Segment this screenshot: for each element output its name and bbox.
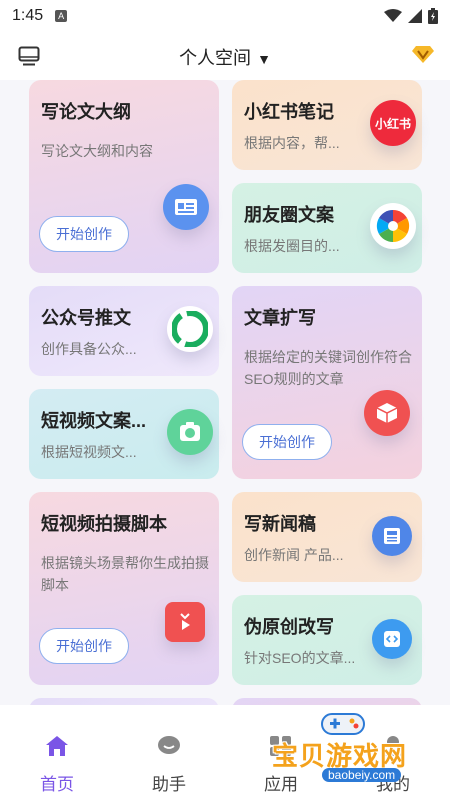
chat-icon: [158, 736, 180, 754]
page-title: 个人空间: [179, 48, 252, 68]
tab-home[interactable]: 首页: [12, 735, 102, 795]
card-title: 写论文大纲: [41, 102, 131, 122]
tab-label: 助手: [152, 775, 186, 794]
card-paper-outline[interactable]: 写论文大纲 写论文大纲和内容 开始创作: [29, 80, 219, 273]
wifi-icon: [384, 9, 402, 22]
space-selector[interactable]: 个人空间 ▼: [0, 44, 450, 70]
camera-icon: [167, 409, 213, 455]
card-next-left[interactable]: [29, 698, 219, 705]
card-desc: 根据给定的关键词创作符合SEO规则的文章: [244, 349, 412, 387]
card-title: 文章扩写: [244, 308, 316, 328]
document-card-icon: [163, 184, 209, 230]
card-desc: 根据发圈目的...: [244, 238, 340, 254]
tv-play-icon: [165, 602, 205, 642]
card-title: 写新闻稿: [244, 514, 316, 534]
card-title: 短视频文案...: [41, 411, 147, 431]
news-icon: [372, 516, 412, 556]
card-xiaohongshu-note[interactable]: 小红书笔记 根据内容，帮... 小红书: [232, 80, 422, 170]
status-icons: [384, 8, 438, 24]
home-icon: [46, 736, 68, 756]
aperture-icon: [370, 203, 416, 249]
app-header: 个人空间 ▼: [0, 32, 450, 80]
tab-assistant[interactable]: 助手: [124, 735, 214, 795]
battery-icon: [428, 8, 438, 24]
gamepad-icon: [321, 713, 365, 735]
cellular-signal-icon: [408, 9, 422, 23]
status-bar: 1:45 A: [0, 0, 450, 32]
status-time: 1:45: [12, 7, 44, 24]
card-title: 短视频拍摄脚本: [41, 514, 167, 534]
start-create-button[interactable]: 开始创作: [39, 216, 129, 252]
code-icon: [372, 619, 412, 659]
card-desc: 根据短视频文...: [41, 444, 137, 460]
card-desc: 创作具备公众...: [41, 341, 137, 357]
card-title: 朋友圈文案: [244, 205, 334, 225]
card-next-right[interactable]: [232, 698, 422, 705]
caret-down-icon: ▼: [257, 51, 271, 67]
card-title: 公众号推文: [41, 308, 131, 328]
card-press-release[interactable]: 写新闻稿 创作新闻 产品...: [232, 492, 422, 582]
wechat-official-icon: [167, 306, 213, 352]
card-title: 小红书笔记: [244, 102, 334, 122]
watermark-url: baobeiy.com: [322, 768, 402, 782]
watermark-logo: 宝贝游戏网 baobeiy.com: [270, 708, 442, 786]
card-title: 伪原创改写: [244, 617, 334, 637]
card-short-video-copy[interactable]: 短视频文案... 根据短视频文...: [29, 389, 219, 479]
card-desc: 创作新闻 产品...: [244, 547, 344, 563]
card-video-script[interactable]: 短视频拍摄脚本 根据镜头场景帮你生成拍摄脚本 开始创作: [29, 492, 219, 685]
xiaohongshu-logo-icon: 小红书: [370, 100, 416, 146]
tool-grid: 写论文大纲 写论文大纲和内容 开始创作 小红书笔记 根据内容，帮... 小红书 …: [0, 80, 450, 705]
card-official-account[interactable]: 公众号推文 创作具备公众...: [29, 286, 219, 376]
card-moments-copy[interactable]: 朋友圈文案 根据发圈目的...: [232, 183, 422, 273]
card-article-expand[interactable]: 文章扩写 根据给定的关键词创作符合SEO规则的文章 开始创作: [232, 286, 422, 479]
tab-label: 首页: [40, 775, 74, 794]
notification-icon: A: [55, 10, 68, 22]
card-rewrite[interactable]: 伪原创改写 针对SEO的文章...: [232, 595, 422, 685]
card-desc: 根据内容，帮...: [244, 135, 340, 151]
card-desc: 针对SEO的文章...: [244, 650, 356, 666]
card-desc: 写论文大纲和内容: [41, 143, 153, 159]
start-create-button[interactable]: 开始创作: [39, 628, 129, 664]
vip-badge-icon[interactable]: [412, 44, 434, 69]
cube-icon: [364, 390, 410, 436]
card-desc: 根据镜头场景帮你生成拍摄脚本: [41, 555, 209, 593]
start-create-button[interactable]: 开始创作: [242, 424, 332, 460]
